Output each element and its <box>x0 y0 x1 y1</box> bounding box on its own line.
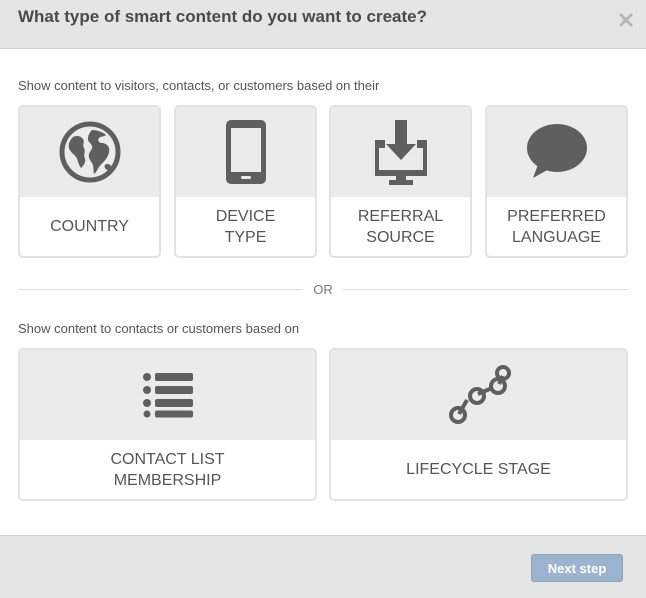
speech-bubble-icon <box>526 124 587 178</box>
card-device-type-label: DEVICE TYPE <box>215 207 276 246</box>
close-icon[interactable] <box>616 10 636 30</box>
card-icon-area <box>331 107 470 197</box>
card-icon-area <box>331 350 626 440</box>
dialog-footer: Next step <box>0 535 646 598</box>
card-contact-list-membership[interactable]: CONTACT LIST MEMBERSHIP <box>18 348 317 501</box>
card-icon-area <box>487 107 626 197</box>
globe-icon <box>59 121 120 183</box>
card-icon-area <box>176 107 315 197</box>
card-preferred-language-label: PREFERRED LANGUAGE <box>507 207 606 246</box>
card-referral-source[interactable]: REFERRAL SOURCE <box>329 105 472 258</box>
dialog-header: What type of smart content do you want t… <box>0 0 646 49</box>
card-icon-area <box>20 350 315 440</box>
divider-right <box>343 289 628 290</box>
card-referral-source-label: REFERRAL SOURCE <box>357 207 444 246</box>
next-step-button[interactable]: Next step <box>531 554 623 582</box>
section-contacts-label: Show content to contacts or customers ba… <box>18 321 300 336</box>
or-divider-label: OR <box>313 282 333 297</box>
section-visitors-label: Show content to visitors, contacts, or c… <box>18 78 380 93</box>
card-lifecycle-stage-label: LIFECYCLE STAGE <box>406 461 551 478</box>
card-preferred-language[interactable]: PREFERRED LANGUAGE <box>485 105 628 258</box>
download-inbox-icon <box>374 120 427 185</box>
list-icon <box>142 373 193 418</box>
card-country-label: COUNTRY <box>50 218 129 235</box>
divider-left <box>18 289 303 290</box>
card-lifecycle-stage[interactable]: LIFECYCLE STAGE <box>329 348 628 501</box>
card-device-type[interactable]: DEVICE TYPE <box>174 105 317 258</box>
lifecycle-stages-icon <box>448 365 511 424</box>
dialog-title: What type of smart content do you want t… <box>18 7 427 26</box>
card-country[interactable]: COUNTRY <box>18 105 161 258</box>
card-icon-area <box>20 107 159 197</box>
card-contact-list-membership-label: CONTACT LIST MEMBERSHIP <box>110 450 225 489</box>
mobile-device-icon <box>225 120 266 184</box>
